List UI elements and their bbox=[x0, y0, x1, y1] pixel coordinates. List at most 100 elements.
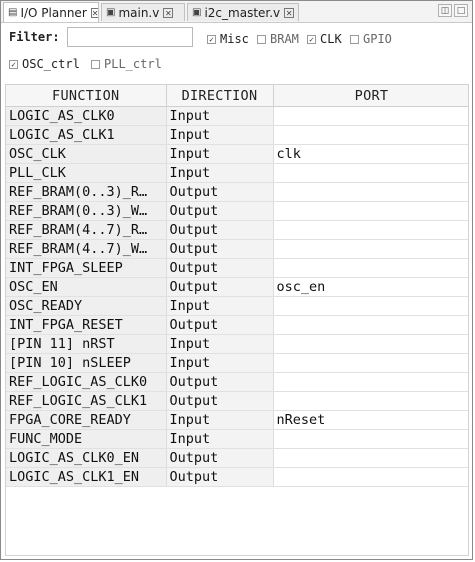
function-cell[interactable]: REF_BRAM(4..7)_R… bbox=[6, 220, 167, 240]
checkbox-misc[interactable]: ✓ Misc bbox=[207, 32, 249, 46]
table-row[interactable]: OSC_READY Input bbox=[6, 296, 468, 316]
function-cell[interactable]: REF_BRAM(0..3)_W… bbox=[6, 201, 167, 221]
table-row[interactable]: LOGIC_AS_CLK1 Input bbox=[6, 125, 468, 145]
function-cell[interactable]: OSC_EN bbox=[6, 277, 167, 297]
direction-cell[interactable]: Output bbox=[166, 201, 274, 221]
function-cell[interactable]: FPGA_CORE_READY bbox=[6, 410, 167, 430]
function-cell[interactable]: INT_FPGA_RESET bbox=[6, 315, 167, 335]
table-row[interactable]: REF_BRAM(0..3)_W… Output bbox=[6, 201, 468, 221]
direction-cell[interactable]: Input bbox=[166, 429, 274, 449]
table-row[interactable]: LOGIC_AS_CLK0 Input bbox=[6, 106, 468, 126]
function-cell[interactable]: FUNC_MODE bbox=[6, 429, 167, 449]
direction-cell[interactable]: Output bbox=[166, 239, 274, 259]
close-icon[interactable]: ✕ bbox=[284, 7, 295, 18]
tab-i2c-master-v[interactable]: ▣ i2c_master.v ✕ bbox=[187, 3, 299, 21]
checkbox-gpio[interactable]: GPIO bbox=[350, 32, 392, 46]
checkbox-clk[interactable]: ✓ CLK bbox=[307, 32, 342, 46]
port-cell[interactable] bbox=[273, 163, 468, 183]
port-cell[interactable] bbox=[273, 201, 468, 221]
port-cell[interactable]: osc_en bbox=[273, 277, 468, 297]
checkbox-label: CLK bbox=[320, 32, 342, 46]
function-cell[interactable]: LOGIC_AS_CLK0_EN bbox=[6, 448, 167, 468]
direction-cell[interactable]: Output bbox=[166, 277, 274, 297]
direction-cell[interactable]: Output bbox=[166, 258, 274, 278]
direction-cell[interactable]: Output bbox=[166, 448, 274, 468]
direction-cell[interactable]: Output bbox=[166, 372, 274, 392]
function-cell[interactable]: [PIN 10] nSLEEP bbox=[6, 353, 167, 373]
port-cell[interactable] bbox=[273, 220, 468, 240]
tab-main-v[interactable]: ▣ main.v ✕ bbox=[101, 3, 185, 21]
table-row[interactable]: FPGA_CORE_READY Input nReset bbox=[6, 410, 468, 430]
function-cell[interactable]: LOGIC_AS_CLK0 bbox=[6, 106, 167, 126]
port-cell[interactable] bbox=[273, 353, 468, 373]
direction-cell[interactable]: Output bbox=[166, 315, 274, 335]
direction-cell[interactable]: Output bbox=[166, 220, 274, 240]
table-row[interactable]: OSC_CLK Input clk bbox=[6, 144, 468, 164]
close-icon[interactable]: ✕ bbox=[90, 7, 98, 18]
column-header-port[interactable]: PORT bbox=[273, 85, 468, 107]
function-cell[interactable]: OSC_CLK bbox=[6, 144, 167, 164]
port-cell[interactable] bbox=[273, 315, 468, 335]
function-cell[interactable]: [PIN 11] nRST bbox=[6, 334, 167, 354]
checkbox-osc-ctrl[interactable]: ✓ OSC_ctrl bbox=[9, 57, 80, 71]
function-cell[interactable]: LOGIC_AS_CLK1_EN bbox=[6, 467, 167, 487]
table-row[interactable]: REF_LOGIC_AS_CLK1 Output bbox=[6, 391, 468, 411]
tab-io-planner[interactable]: ▤ I/O Planner ✕ bbox=[3, 2, 99, 22]
function-cell[interactable]: INT_FPGA_SLEEP bbox=[6, 258, 167, 278]
port-cell[interactable] bbox=[273, 467, 468, 487]
maximize-icon[interactable]: □ bbox=[454, 4, 468, 17]
port-cell[interactable] bbox=[273, 258, 468, 278]
table-row[interactable]: LOGIC_AS_CLK1_EN Output bbox=[6, 467, 468, 487]
direction-cell[interactable]: Input bbox=[166, 353, 274, 373]
port-cell[interactable] bbox=[273, 334, 468, 354]
table-row[interactable]: REF_BRAM(4..7)_R… Output bbox=[6, 220, 468, 240]
table-row[interactable]: REF_BRAM(4..7)_W… Output bbox=[6, 239, 468, 259]
filter-input[interactable] bbox=[67, 27, 193, 47]
table-row[interactable]: [PIN 11] nRST Input bbox=[6, 334, 468, 354]
function-cell[interactable]: REF_LOGIC_AS_CLK1 bbox=[6, 391, 167, 411]
port-cell[interactable]: clk bbox=[273, 144, 468, 164]
direction-cell[interactable]: Input bbox=[166, 410, 274, 430]
port-cell[interactable]: nReset bbox=[273, 410, 468, 430]
table-row[interactable]: INT_FPGA_SLEEP Output bbox=[6, 258, 468, 278]
close-icon[interactable]: ✕ bbox=[163, 7, 174, 18]
direction-cell[interactable]: Output bbox=[166, 467, 274, 487]
column-header-function[interactable]: FUNCTION bbox=[6, 85, 167, 107]
table-row[interactable]: FUNC_MODE Input bbox=[6, 429, 468, 449]
port-cell[interactable] bbox=[273, 372, 468, 392]
function-cell[interactable]: REF_LOGIC_AS_CLK0 bbox=[6, 372, 167, 392]
function-cell[interactable]: OSC_READY bbox=[6, 296, 167, 316]
table-row[interactable]: REF_BRAM(0..3)_R… Output bbox=[6, 182, 468, 202]
checkbox-bram[interactable]: BRAM bbox=[257, 32, 299, 46]
port-cell[interactable] bbox=[273, 125, 468, 145]
function-cell[interactable]: REF_BRAM(4..7)_W… bbox=[6, 239, 167, 259]
table-row[interactable]: [PIN 10] nSLEEP Input bbox=[6, 353, 468, 373]
direction-cell[interactable]: Output bbox=[166, 391, 274, 411]
direction-cell[interactable]: Input bbox=[166, 106, 274, 126]
table-row[interactable]: REF_LOGIC_AS_CLK0 Output bbox=[6, 372, 468, 392]
direction-cell[interactable]: Input bbox=[166, 125, 274, 145]
function-cell[interactable]: PLL_CLK bbox=[6, 163, 167, 183]
port-cell[interactable] bbox=[273, 182, 468, 202]
checkbox-unchecked-icon bbox=[350, 34, 359, 44]
checkbox-pll-ctrl[interactable]: PLL_ctrl bbox=[91, 57, 162, 71]
port-cell[interactable] bbox=[273, 429, 468, 449]
direction-cell[interactable]: Output bbox=[166, 182, 274, 202]
table-row[interactable]: INT_FPGA_RESET Output bbox=[6, 315, 468, 335]
port-cell[interactable] bbox=[273, 239, 468, 259]
port-cell[interactable] bbox=[273, 448, 468, 468]
function-cell[interactable]: LOGIC_AS_CLK1 bbox=[6, 125, 167, 145]
port-cell[interactable] bbox=[273, 106, 468, 126]
restore-icon[interactable]: ◫ bbox=[438, 4, 452, 17]
direction-cell[interactable]: Input bbox=[166, 144, 274, 164]
column-header-direction[interactable]: DIRECTION bbox=[166, 85, 274, 107]
function-cell[interactable]: REF_BRAM(0..3)_R… bbox=[6, 182, 167, 202]
port-cell[interactable] bbox=[273, 391, 468, 411]
direction-cell[interactable]: Input bbox=[166, 163, 274, 183]
direction-cell[interactable]: Input bbox=[166, 334, 274, 354]
table-row[interactable]: PLL_CLK Input bbox=[6, 163, 468, 183]
direction-cell[interactable]: Input bbox=[166, 296, 274, 316]
table-row[interactable]: LOGIC_AS_CLK0_EN Output bbox=[6, 448, 468, 468]
table-row[interactable]: OSC_EN Output osc_en bbox=[6, 277, 468, 297]
port-cell[interactable] bbox=[273, 296, 468, 316]
